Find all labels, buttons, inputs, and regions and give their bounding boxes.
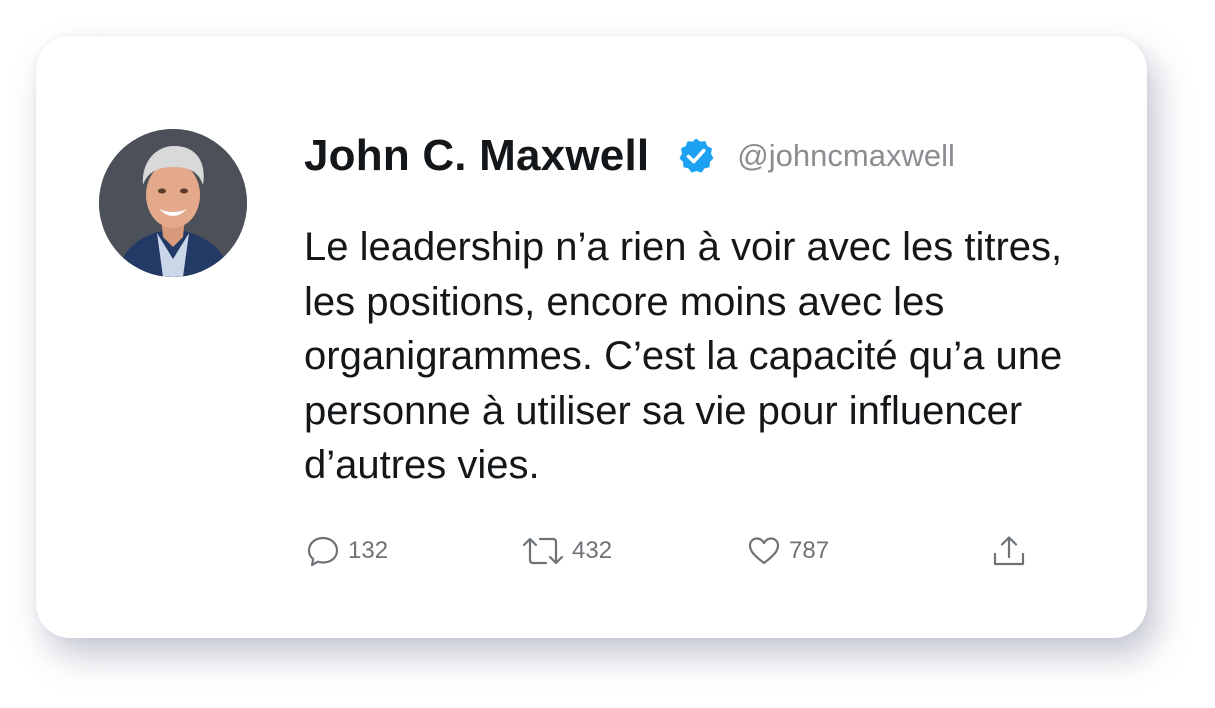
avatar[interactable] <box>99 129 247 277</box>
reply-icon <box>306 534 340 568</box>
like-button[interactable]: 787 <box>747 531 829 571</box>
heart-icon <box>747 534 781 568</box>
tweet-actions: 132 432 787 <box>304 531 1064 571</box>
author-name[interactable]: John C. Maxwell <box>304 131 649 181</box>
retweet-count: 432 <box>572 537 613 564</box>
share-button[interactable] <box>992 531 1026 571</box>
retweet-icon <box>522 534 564 568</box>
retweet-button[interactable]: 432 <box>522 531 612 571</box>
reply-count: 132 <box>348 537 389 564</box>
verified-badge-icon <box>677 137 715 175</box>
share-icon <box>992 534 1026 568</box>
tweet-header: John C. Maxwell @johncmaxwell <box>304 131 955 181</box>
tweet-text: Le leadership n’a rien à voir avec les t… <box>304 225 1063 487</box>
author-handle[interactable]: @johncmaxwell <box>737 138 955 174</box>
avatar-photo <box>99 129 247 277</box>
like-count: 787 <box>789 537 830 564</box>
reply-button[interactable]: 132 <box>306 531 388 571</box>
tweet-card: John C. Maxwell @johncmaxwell Le leaders… <box>36 36 1147 638</box>
